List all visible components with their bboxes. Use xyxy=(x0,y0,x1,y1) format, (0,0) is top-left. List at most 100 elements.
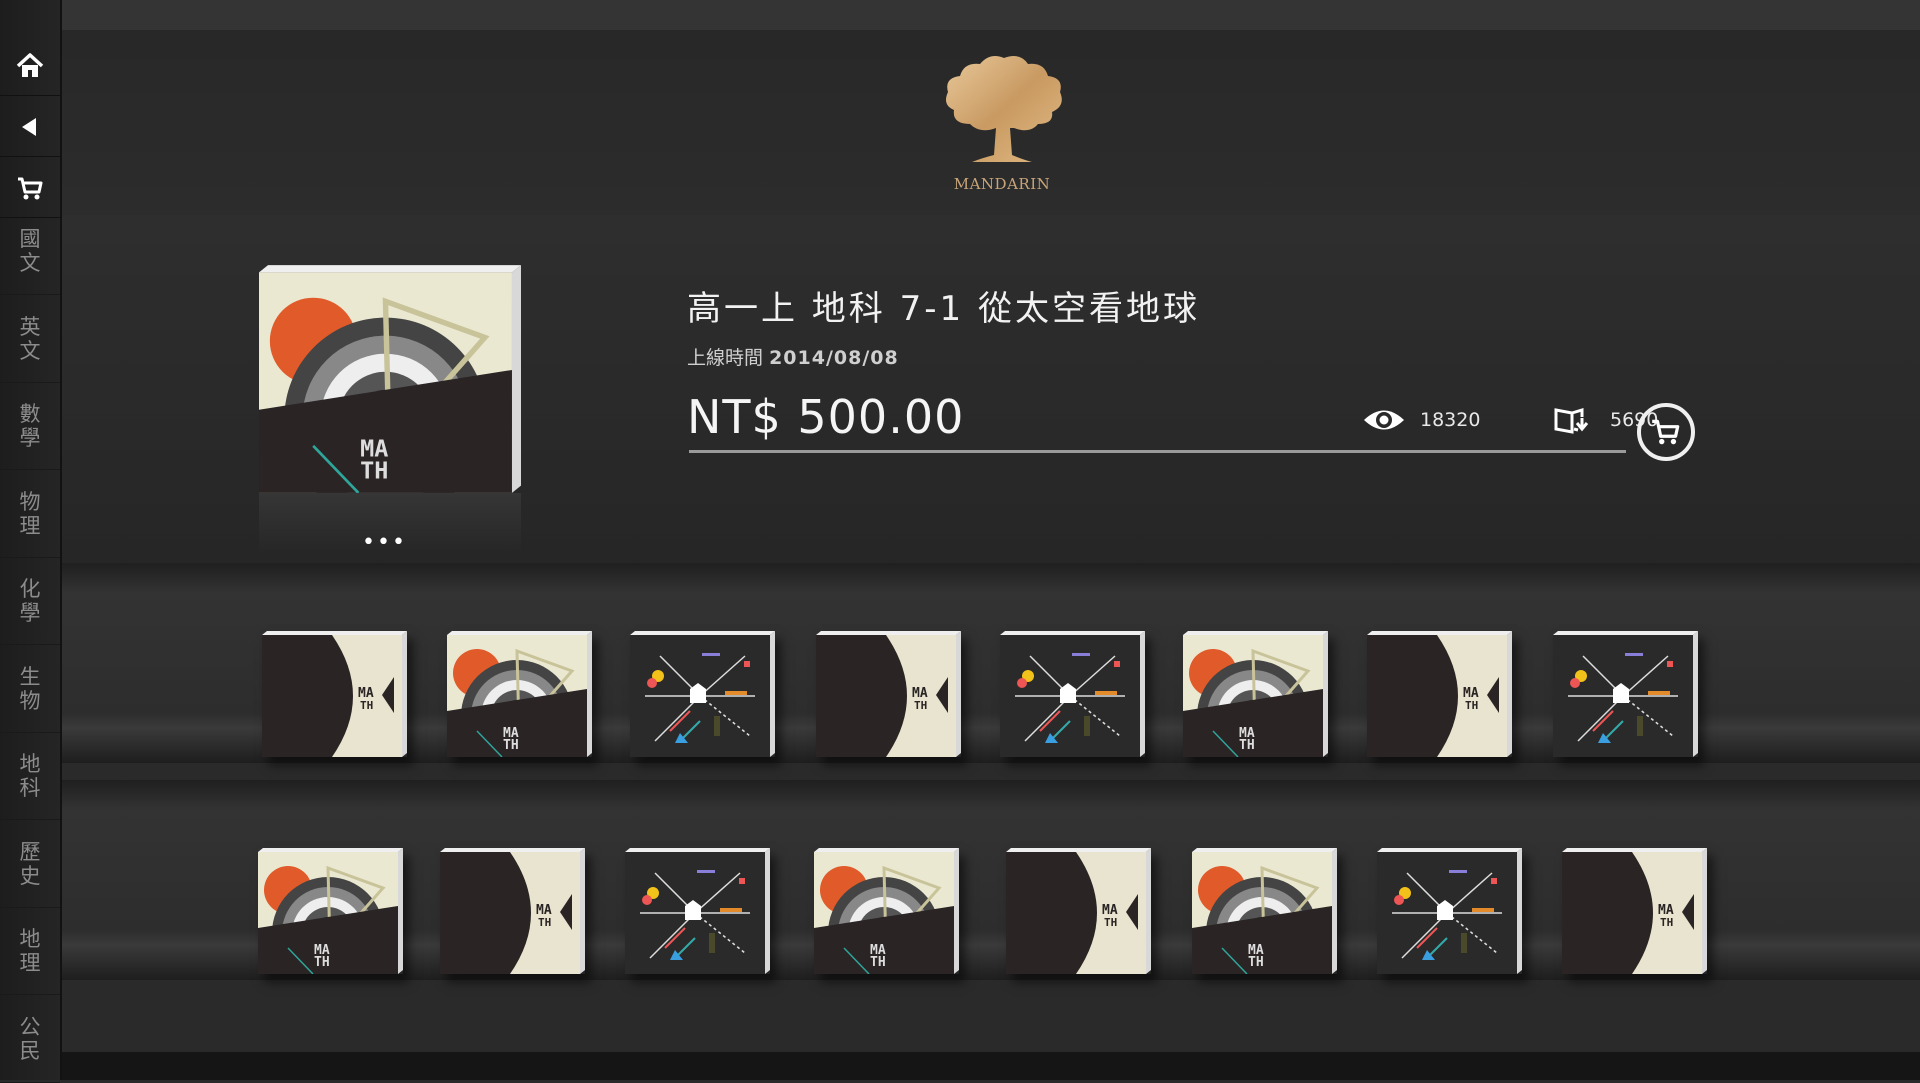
subject-char: 生 xyxy=(19,664,41,689)
subject-char: 學 xyxy=(19,601,41,625)
cover-art xyxy=(1553,631,1698,757)
subject-tab[interactable]: 地科 xyxy=(0,733,60,820)
svg-text:TH: TH xyxy=(1239,738,1255,753)
cover-art: MA TH xyxy=(1006,848,1151,974)
cover-art: MA TH xyxy=(262,631,407,757)
book-cover[interactable]: MA TH xyxy=(447,631,592,757)
subject-char: 化 xyxy=(19,577,41,601)
svg-text:TH: TH xyxy=(1248,955,1264,970)
svg-text:TH: TH xyxy=(538,916,551,929)
subject-char: 公 xyxy=(19,1014,41,1039)
subject-tab[interactable]: 公民 xyxy=(0,996,60,1083)
pagination-dots[interactable]: ••• xyxy=(362,530,407,555)
subject-char: 文 xyxy=(19,251,41,275)
cover-art: MA TH xyxy=(1192,848,1337,974)
subject-char: 學 xyxy=(19,426,41,450)
subject-char: 地 xyxy=(19,927,41,951)
subject-char: 地 xyxy=(19,752,41,776)
mandarin-logo: MANDARIN xyxy=(934,50,1070,200)
book-download-icon xyxy=(1554,407,1589,434)
svg-text:TH: TH xyxy=(314,955,330,970)
eye-icon xyxy=(1364,410,1404,430)
release-label: 上線時間 xyxy=(687,347,764,369)
bottom-bar xyxy=(62,1052,1920,1080)
book-cover[interactable]: MA TH xyxy=(1367,631,1512,757)
cover-art xyxy=(625,848,770,974)
subject-char: 史 xyxy=(19,863,41,888)
home-icon xyxy=(16,53,44,77)
cart-icon xyxy=(18,177,43,200)
cover-art: MA TH xyxy=(1183,631,1328,757)
svg-text:TH: TH xyxy=(1465,699,1478,712)
book-cover[interactable] xyxy=(1553,631,1698,757)
subject-char: 英 xyxy=(19,314,41,339)
book-detail-panel: MA TH ••• 高一上 地科 7-1 從太空看地球 上線時間 2014/08… xyxy=(62,215,1920,563)
cart-icon xyxy=(1652,419,1680,445)
math-cover-art: MA TH xyxy=(259,265,521,520)
subject-tab[interactable]: 化學 xyxy=(0,558,60,645)
subject-char: 物 xyxy=(19,688,41,713)
svg-text:TH: TH xyxy=(870,955,886,970)
subject-char: 理 xyxy=(19,951,41,975)
subject-char: 文 xyxy=(19,338,41,363)
svg-text:TH: TH xyxy=(1104,916,1117,929)
book-title: 高一上 地科 7-1 從太空看地球 xyxy=(687,289,1200,329)
book-cover[interactable]: MA TH xyxy=(262,631,407,757)
book-cover[interactable]: MA TH xyxy=(1192,848,1337,974)
book-cover[interactable]: MA TH xyxy=(440,848,585,974)
home-button[interactable] xyxy=(0,37,60,96)
subject-tab[interactable]: 物理 xyxy=(0,471,60,558)
price-divider xyxy=(689,450,1626,453)
svg-text:TH: TH xyxy=(503,738,519,753)
book-price: NT$ 500.00 xyxy=(687,390,965,444)
book-cover[interactable] xyxy=(1000,631,1145,757)
logo-text: MANDARIN xyxy=(953,175,1051,193)
book-cover[interactable]: MA TH xyxy=(814,848,959,974)
book-cover[interactable]: MA TH xyxy=(258,848,403,974)
subject-char: 國 xyxy=(19,227,41,251)
back-button[interactable] xyxy=(0,98,60,157)
cover-art xyxy=(1377,848,1522,974)
cover-art: MA TH xyxy=(447,631,592,757)
bookshelf-row-2: MA TH MA TH MA TH MA TH MA TH MA TH xyxy=(62,780,1920,980)
subject-tab[interactable]: 數學 xyxy=(0,383,60,470)
subject-tab[interactable]: 地理 xyxy=(0,908,60,995)
tree-icon xyxy=(946,56,1062,162)
cover-art: MA TH xyxy=(1562,848,1707,974)
book-cover[interactable]: MA TH xyxy=(816,631,961,757)
cover-art: MA TH xyxy=(816,631,961,757)
sidebar: 國文英文數學物理化學生物地科歷史地理公民 xyxy=(0,0,62,1083)
book-cover[interactable] xyxy=(630,631,775,757)
book-cover[interactable] xyxy=(625,848,770,974)
featured-book-cover[interactable]: MA TH xyxy=(259,265,521,520)
subject-char: 民 xyxy=(19,1038,41,1063)
subject-char: 理 xyxy=(19,513,41,538)
svg-text:TH: TH xyxy=(360,456,388,484)
cover-art xyxy=(630,631,775,757)
add-to-cart-button[interactable] xyxy=(1637,403,1695,461)
view-count: 18320 xyxy=(1362,405,1480,435)
back-icon xyxy=(22,118,36,136)
svg-text:TH: TH xyxy=(360,699,373,712)
subject-tab[interactable]: 生物 xyxy=(0,646,60,733)
svg-text:TH: TH xyxy=(1660,916,1673,929)
book-cover[interactable]: MA TH xyxy=(1006,848,1151,974)
release-date: 2014/08/08 xyxy=(769,347,899,369)
book-cover[interactable]: MA TH xyxy=(1562,848,1707,974)
cover-art: MA TH xyxy=(1367,631,1512,757)
subject-char: 歷 xyxy=(19,839,41,864)
book-cover[interactable] xyxy=(1377,848,1522,974)
subject-tab[interactable]: 國文 xyxy=(0,208,60,295)
header: MANDARIN xyxy=(62,0,1920,215)
view-count-value: 18320 xyxy=(1420,409,1481,431)
cover-art: MA TH xyxy=(814,848,959,974)
subject-tab[interactable]: 歷史 xyxy=(0,821,60,908)
svg-text:TH: TH xyxy=(914,699,927,712)
subject-tab[interactable]: 英文 xyxy=(0,296,60,383)
release-info: 上線時間 2014/08/08 xyxy=(687,343,899,370)
subject-char: 科 xyxy=(19,776,41,800)
book-cover[interactable]: MA TH xyxy=(1183,631,1328,757)
subject-char: 物 xyxy=(19,489,41,514)
bookshelf-row-1: MA TH MA TH MA TH MA TH MA TH xyxy=(62,563,1920,763)
subject-char: 數 xyxy=(19,402,41,426)
